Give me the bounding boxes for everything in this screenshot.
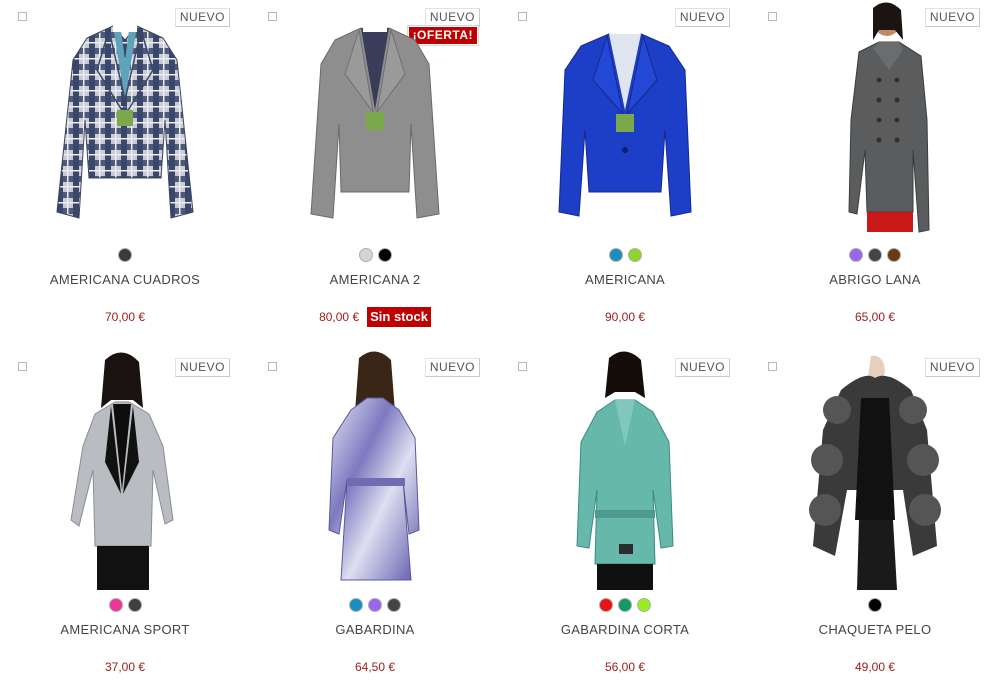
color-swatch[interactable] <box>368 598 382 612</box>
color-swatches <box>250 248 500 262</box>
product-price: 37,00 € <box>104 660 146 674</box>
product-card[interactable]: NUEVO AMERICANA SPORT 37,00 € <box>0 350 250 700</box>
product-image-sport-blazer[interactable] <box>25 350 225 590</box>
color-swatches <box>750 248 1000 262</box>
product-name[interactable]: AMERICANA 2 <box>250 272 500 287</box>
color-swatch[interactable] <box>849 248 863 262</box>
color-swatch[interactable] <box>387 598 401 612</box>
color-swatches <box>500 598 750 612</box>
color-swatch[interactable] <box>887 248 901 262</box>
product-name[interactable]: CHAQUETA PELO <box>750 622 1000 637</box>
price-row: 64,50 € <box>250 656 500 678</box>
color-swatch[interactable] <box>618 598 632 612</box>
color-swatch[interactable] <box>349 598 363 612</box>
color-swatch[interactable] <box>868 598 882 612</box>
product-card[interactable]: NUEVO CHAQUETA PELO 49,00 € <box>750 350 1000 700</box>
product-price: 49,00 € <box>854 660 896 674</box>
color-swatches <box>250 598 500 612</box>
price-row: 56,00 € <box>500 656 750 678</box>
product-image-trench-coat-teal[interactable] <box>525 350 725 590</box>
product-card[interactable]: NUEVO GABARDINA 64,50 € <box>250 350 500 700</box>
color-swatch[interactable] <box>627 248 642 262</box>
color-swatch[interactable] <box>118 248 132 262</box>
color-swatches <box>0 248 250 262</box>
color-swatches <box>500 248 750 262</box>
product-card[interactable]: NUEVO AMERICANA CUADROS 70,00 € <box>0 0 250 350</box>
product-image-plaid-blazer[interactable] <box>25 0 225 240</box>
price-row: 49,00 € <box>750 656 1000 678</box>
color-swatches <box>750 598 1000 612</box>
no-stock-badge: Sin stock <box>367 307 431 327</box>
product-price: 80,00 € <box>319 310 360 324</box>
product-image-fur-jacket[interactable] <box>775 350 975 590</box>
product-image-wool-coat[interactable] <box>775 0 975 240</box>
color-swatches <box>0 598 250 612</box>
product-name[interactable]: GABARDINA CORTA <box>500 622 750 637</box>
color-swatch[interactable] <box>127 598 142 612</box>
product-price: 70,00 € <box>104 310 146 324</box>
price-row: 37,00 € <box>0 656 250 678</box>
product-card[interactable]: NUEVO AMERICANA 90,00 € <box>500 0 750 350</box>
product-name[interactable]: AMERICANA <box>500 272 750 287</box>
product-image-trench-coat-purple[interactable] <box>275 350 475 590</box>
product-price: 65,00 € <box>854 310 896 324</box>
price-row: 80,00 € Sin stock <box>250 306 500 328</box>
product-grid: NUEVO AMERICANA CUADROS 70,00 € NUEVO ¡O… <box>0 0 1003 697</box>
color-swatch[interactable] <box>599 598 613 612</box>
product-card[interactable]: NUEVO GABARDINA CORTA 56,00 € <box>500 350 750 700</box>
product-name[interactable]: GABARDINA <box>250 622 500 637</box>
color-swatch[interactable] <box>608 248 623 262</box>
product-name[interactable]: ABRIGO LANA <box>750 272 1000 287</box>
product-image-grey-blazer[interactable] <box>275 0 475 240</box>
product-card[interactable]: NUEVO ¡OFERTA! AMERICANA 2 80,00 € Sin s… <box>250 0 500 350</box>
product-name[interactable]: AMERICANA SPORT <box>0 622 250 637</box>
product-name[interactable]: AMERICANA CUADROS <box>0 272 250 287</box>
product-card[interactable]: NUEVO ABRIGO LANA 65,00 € <box>750 0 1000 350</box>
product-price: 56,00 € <box>604 660 646 674</box>
color-swatch[interactable] <box>637 598 651 612</box>
color-swatch[interactable] <box>377 248 392 262</box>
color-swatch[interactable] <box>868 248 882 262</box>
color-swatch[interactable] <box>358 248 373 262</box>
color-swatch[interactable] <box>108 598 123 612</box>
price-row: 90,00 € <box>500 306 750 328</box>
product-price: 64,50 € <box>354 660 396 674</box>
product-image-blue-blazer[interactable] <box>525 0 725 240</box>
product-price: 90,00 € <box>604 310 646 324</box>
price-row: 70,00 € <box>0 306 250 328</box>
price-row: 65,00 € <box>750 306 1000 328</box>
